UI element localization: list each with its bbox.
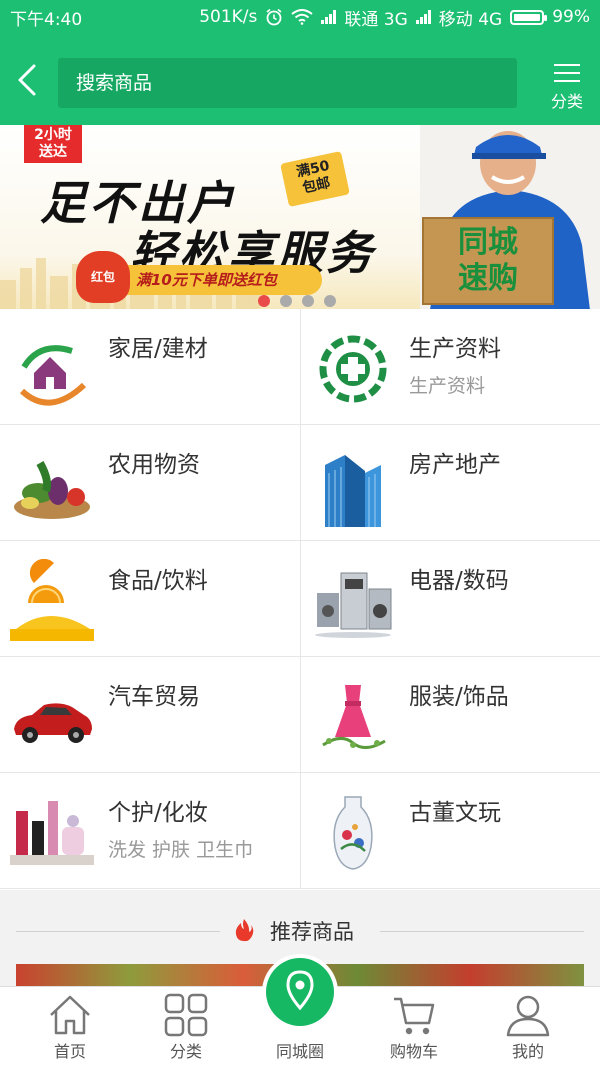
category-item[interactable]: 生产资料 生产资料 [300, 309, 600, 425]
building-icon [311, 443, 395, 527]
category-item[interactable]: 服装/饰品 [300, 657, 600, 773]
divider-left [16, 931, 220, 932]
category-title: 汽车贸易 [108, 684, 200, 710]
carousel-indicator[interactable] [258, 295, 336, 307]
search-input[interactable]: 搜索商品 [58, 58, 517, 108]
tab-city-circle-label: 同城圈 [275, 1042, 324, 1061]
delivery-tag: 2小时 送达 [24, 125, 82, 163]
tab-category-label: 分类 [169, 1042, 202, 1061]
back-button[interactable] [12, 62, 44, 98]
carousel-dot[interactable] [258, 295, 270, 307]
category-title: 家居/建材 [108, 336, 208, 362]
grid-icon [164, 993, 208, 1037]
box-line2: 速购 [458, 261, 518, 296]
category-title: 生产资料 [409, 336, 501, 362]
car-icon [10, 675, 94, 759]
category-title: 农用物资 [108, 452, 200, 478]
category-title: 古董文玩 [409, 800, 501, 826]
parcel-box: 同城 速购 [422, 217, 554, 305]
category-item[interactable]: 房产地产 [300, 425, 600, 541]
battery-icon [510, 9, 548, 25]
carousel-dot[interactable] [280, 295, 292, 307]
signal-icon [321, 10, 337, 24]
category-item[interactable]: 古董文玩 [300, 773, 600, 889]
category-item[interactable]: 个护/化妆洗发 护肤 卫生巾 [0, 773, 300, 889]
orange-juice-icon [10, 558, 94, 643]
category-button-label: 分类 [550, 92, 583, 111]
category-subtitle: 洗发 护肤 卫生巾 [108, 839, 254, 861]
category-item[interactable]: 汽车贸易 [0, 657, 300, 773]
menu-icon [554, 64, 580, 82]
delivery-tag-line1: 2小时 [34, 127, 72, 143]
promo-banner[interactable]: 2小时 送达 足不出户 轻松享服务 满50 包邮 满10元下单即送红包 红包 同… [0, 125, 600, 310]
network-speed: 501K/s [199, 7, 258, 27]
fire-icon [235, 919, 254, 942]
carousel-dot[interactable] [324, 295, 336, 307]
tab-home-label: 首页 [53, 1042, 86, 1061]
category-grid: 家居/建材 生产资料 生产资料 农用物资 房产地产 食品/饮料 电器/数码 汽车贸易 服装/饰品… [0, 309, 600, 890]
location-pin-icon [286, 970, 314, 1011]
tab-home[interactable]: 首页 [20, 987, 120, 1067]
category-subtitle: 生产资料 [409, 375, 486, 397]
cosmetics-icon [10, 791, 94, 875]
carousel-dot[interactable] [302, 295, 314, 307]
home-icon [50, 995, 90, 1035]
category-item[interactable]: 家居/建材 [0, 309, 300, 425]
appliances-icon [311, 559, 395, 643]
cart-icon [394, 997, 435, 1035]
vase-icon [311, 791, 395, 875]
category-item[interactable]: 农用物资 [0, 425, 300, 541]
chevron-left-icon [18, 64, 36, 96]
wifi-icon [291, 9, 314, 25]
category-title: 电器/数码 [409, 568, 509, 594]
category-item[interactable]: 电器/数码 [300, 541, 600, 657]
recommend-title: 推荐商品 [270, 920, 354, 944]
alarm-icon [266, 8, 282, 26]
vegetables-icon [10, 443, 94, 527]
carrier-1: 联通 3G [344, 9, 408, 30]
tab-cart[interactable]: 购物车 [364, 987, 464, 1067]
tab-mine-label: 我的 [511, 1042, 544, 1061]
production-emblem-icon [311, 327, 395, 411]
category-title: 个护/化妆 [108, 800, 208, 826]
person-icon [506, 995, 550, 1037]
delivery-tag-line2: 送达 [39, 144, 67, 160]
category-title: 食品/饮料 [108, 568, 208, 594]
category-title: 房产地产 [409, 452, 501, 478]
divider-right [380, 931, 584, 932]
box-line1: 同城 [458, 225, 518, 260]
tab-category[interactable]: 分类 [136, 987, 236, 1067]
battery-level: 99% [552, 7, 590, 27]
dress-icon [311, 675, 395, 759]
red-envelope-icon: 红包 [76, 251, 130, 303]
status-time: 下午4:40 [10, 9, 83, 30]
house-icon [10, 327, 94, 411]
category-title: 服装/饰品 [409, 684, 509, 710]
carrier-2: 移动 4G [438, 9, 503, 30]
category-item[interactable]: 食品/饮料 [0, 541, 300, 657]
category-button[interactable]: 分类 [540, 62, 594, 114]
tab-cart-label: 购物车 [389, 1042, 438, 1061]
signal-icon-2 [415, 10, 431, 24]
free-shipping-stamp: 满50 包邮 [280, 151, 350, 207]
city-circle-button[interactable] [262, 954, 338, 1030]
status-bar: 下午4:40 501K/s 联通 3G 移动 4G 99% [0, 0, 600, 34]
tab-mine[interactable]: 我的 [478, 987, 578, 1067]
top-bar: 搜索商品 分类 [0, 34, 600, 125]
